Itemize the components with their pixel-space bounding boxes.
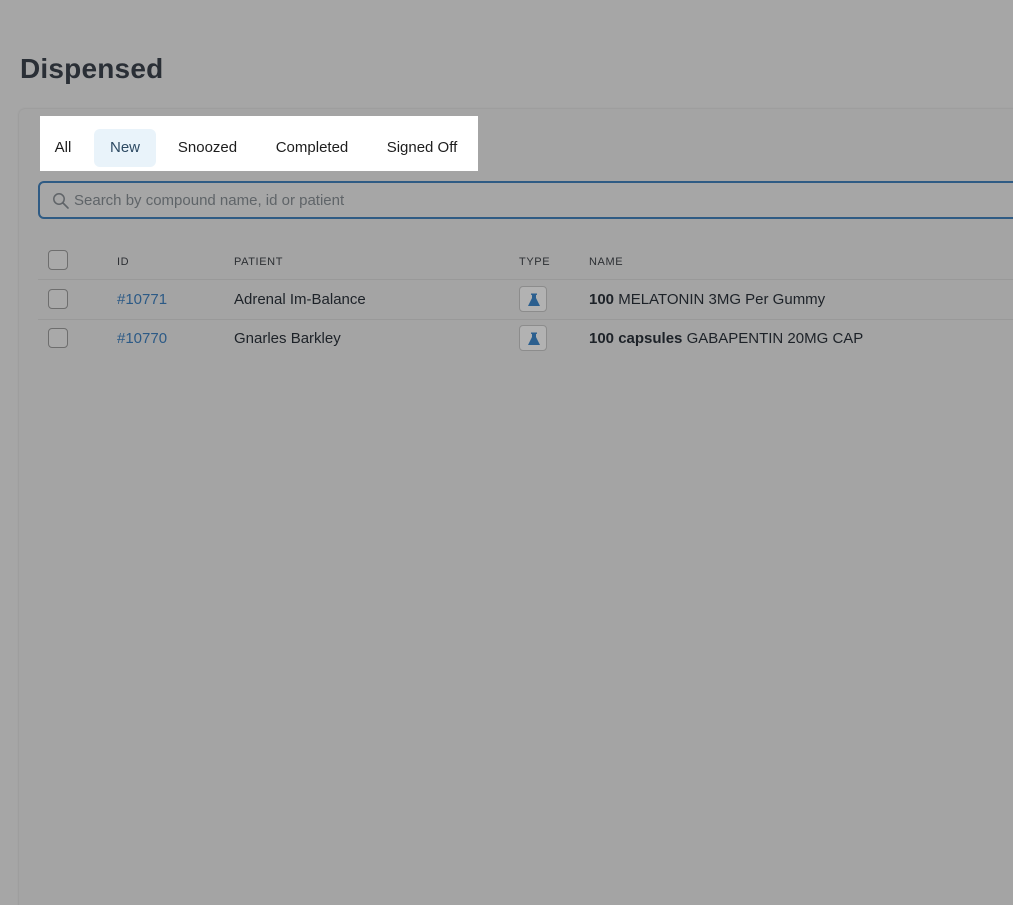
- status-tabs: All New Snoozed Completed Signed Off: [40, 116, 478, 171]
- tab-signed-off[interactable]: Signed Off: [381, 129, 463, 167]
- row-name-compound: GABAPENTIN 20MG CAP: [686, 330, 864, 347]
- tab-new[interactable]: New: [94, 129, 156, 167]
- row-divider: [38, 319, 1013, 320]
- row-patient: Adrenal Im-Balance: [234, 291, 366, 308]
- column-header-name[interactable]: NAME: [589, 256, 623, 268]
- type-badge: [519, 286, 547, 312]
- row-name-quantity: 100: [589, 291, 615, 308]
- row-checkbox[interactable]: [48, 289, 68, 309]
- column-header-id[interactable]: ID: [117, 256, 129, 268]
- column-header-patient[interactable]: PATIENT: [234, 256, 283, 268]
- row-checkbox[interactable]: [48, 328, 68, 348]
- flask-icon: [528, 293, 540, 306]
- row-patient: Gnarles Barkley: [234, 330, 341, 347]
- column-header-type[interactable]: TYPE: [519, 256, 550, 268]
- row-name: 100 MELATONIN 3MG Per Gummy: [589, 291, 825, 308]
- tab-all[interactable]: All: [48, 129, 78, 167]
- row-name: 100 capsules GABAPENTIN 20MG CAP: [589, 330, 863, 347]
- row-name-compound: MELATONIN 3MG Per Gummy: [618, 291, 826, 308]
- row-name-quantity: 100 capsules: [589, 330, 683, 347]
- select-all-checkbox[interactable]: [48, 250, 68, 270]
- page-title: Dispensed: [20, 53, 164, 84]
- row-id-link[interactable]: #10771: [117, 291, 167, 308]
- flask-icon: [528, 332, 540, 345]
- search-input[interactable]: [74, 183, 974, 217]
- search-box: [38, 181, 1013, 219]
- content-card: [19, 109, 1013, 905]
- type-badge: [519, 325, 547, 351]
- search-icon: [52, 192, 70, 210]
- header-divider: [38, 279, 1013, 280]
- tab-completed[interactable]: Completed: [268, 129, 356, 167]
- tab-snoozed[interactable]: Snoozed: [172, 129, 243, 167]
- row-id-link[interactable]: #10770: [117, 330, 167, 347]
